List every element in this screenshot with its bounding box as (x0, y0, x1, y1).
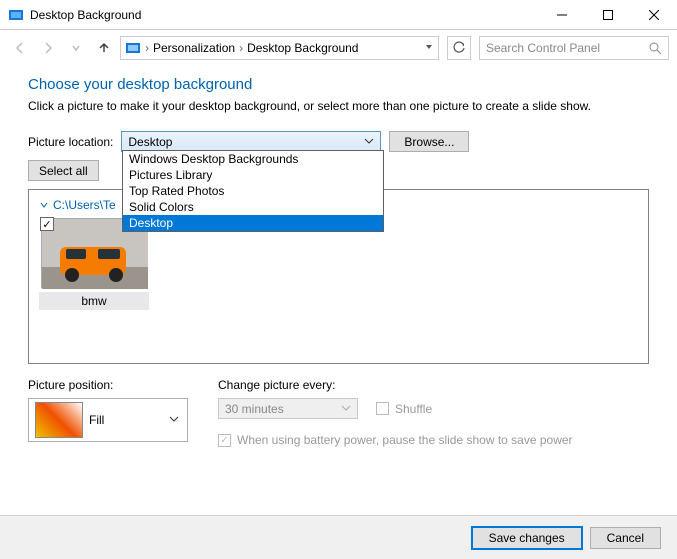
page-subtext: Click a picture to make it your desktop … (28, 99, 649, 113)
close-button[interactable] (631, 0, 677, 30)
picture-location-combo[interactable]: Desktop (121, 131, 381, 152)
browse-button[interactable]: Browse... (389, 131, 469, 152)
shuffle-label: Shuffle (395, 402, 432, 416)
nav-bar: › Personalization › Desktop Background S… (0, 30, 677, 66)
chevron-down-icon (39, 200, 49, 210)
chevron-down-icon (341, 402, 351, 416)
dropdown-item[interactable]: Windows Desktop Backgrounds (123, 151, 383, 167)
picture-location-row: Picture location: Desktop Browse... (28, 131, 649, 152)
cancel-button[interactable]: Cancel (590, 527, 661, 549)
app-icon (8, 7, 24, 23)
thumbnail-checkbox[interactable]: ✓ (40, 217, 54, 231)
picture-location-dropdown[interactable]: Windows Desktop Backgrounds Pictures Lib… (122, 150, 384, 232)
group-path: C:\Users\Te (53, 198, 116, 212)
address-dropdown-icon[interactable] (424, 41, 434, 55)
footer: Save changes Cancel (0, 515, 677, 559)
recent-dropdown[interactable] (64, 36, 88, 60)
title-bar: Desktop Background (0, 0, 677, 30)
position-preview-icon (35, 402, 83, 438)
search-icon (649, 42, 662, 55)
personalization-icon (125, 40, 141, 56)
chevron-down-icon (364, 135, 374, 149)
checkbox-icon (376, 402, 389, 415)
change-interval-combo: 30 minutes (218, 398, 358, 419)
battery-label: When using battery power, pause the slid… (237, 433, 573, 447)
picture-location-label: Picture location: (28, 135, 113, 149)
forward-button (36, 36, 60, 60)
address-bar[interactable]: › Personalization › Desktop Background (120, 36, 439, 60)
back-button[interactable] (8, 36, 32, 60)
picture-position-combo[interactable]: Fill (28, 398, 188, 442)
search-placeholder: Search Control Panel (486, 41, 649, 55)
bottom-options: Picture position: Fill Change picture ev… (28, 378, 649, 447)
save-changes-button[interactable]: Save changes (472, 527, 582, 549)
window-title: Desktop Background (30, 8, 539, 22)
change-picture-label: Change picture every: (218, 378, 573, 392)
refresh-button[interactable] (447, 36, 471, 60)
page-heading: Choose your desktop background (28, 76, 649, 93)
select-all-button[interactable]: Select all (28, 160, 99, 181)
dropdown-item[interactable]: Solid Colors (123, 199, 383, 215)
dropdown-item[interactable]: Pictures Library (123, 167, 383, 183)
content-area: Choose your desktop background Click a p… (0, 66, 677, 457)
battery-option: ✓ When using battery power, pause the sl… (218, 433, 573, 447)
breadcrumb-desktop-background[interactable]: Desktop Background (243, 41, 362, 55)
checkbox-icon: ✓ (218, 434, 231, 447)
picture-position-label: Picture position: (28, 378, 188, 392)
dropdown-item-selected[interactable]: Desktop (123, 215, 383, 231)
picture-position-value: Fill (89, 413, 104, 427)
search-input[interactable]: Search Control Panel (479, 36, 669, 60)
dropdown-item[interactable]: Top Rated Photos (123, 183, 383, 199)
shuffle-checkbox: Shuffle (376, 402, 432, 416)
change-interval-value: 30 minutes (225, 402, 284, 416)
maximize-button[interactable] (585, 0, 631, 30)
thumbnail-caption: bmw (39, 292, 149, 310)
breadcrumb-personalization[interactable]: Personalization (149, 41, 239, 55)
picture-location-value: Desktop (128, 135, 172, 149)
chevron-down-icon (169, 413, 179, 427)
up-button[interactable] (92, 36, 116, 60)
minimize-button[interactable] (539, 0, 585, 30)
